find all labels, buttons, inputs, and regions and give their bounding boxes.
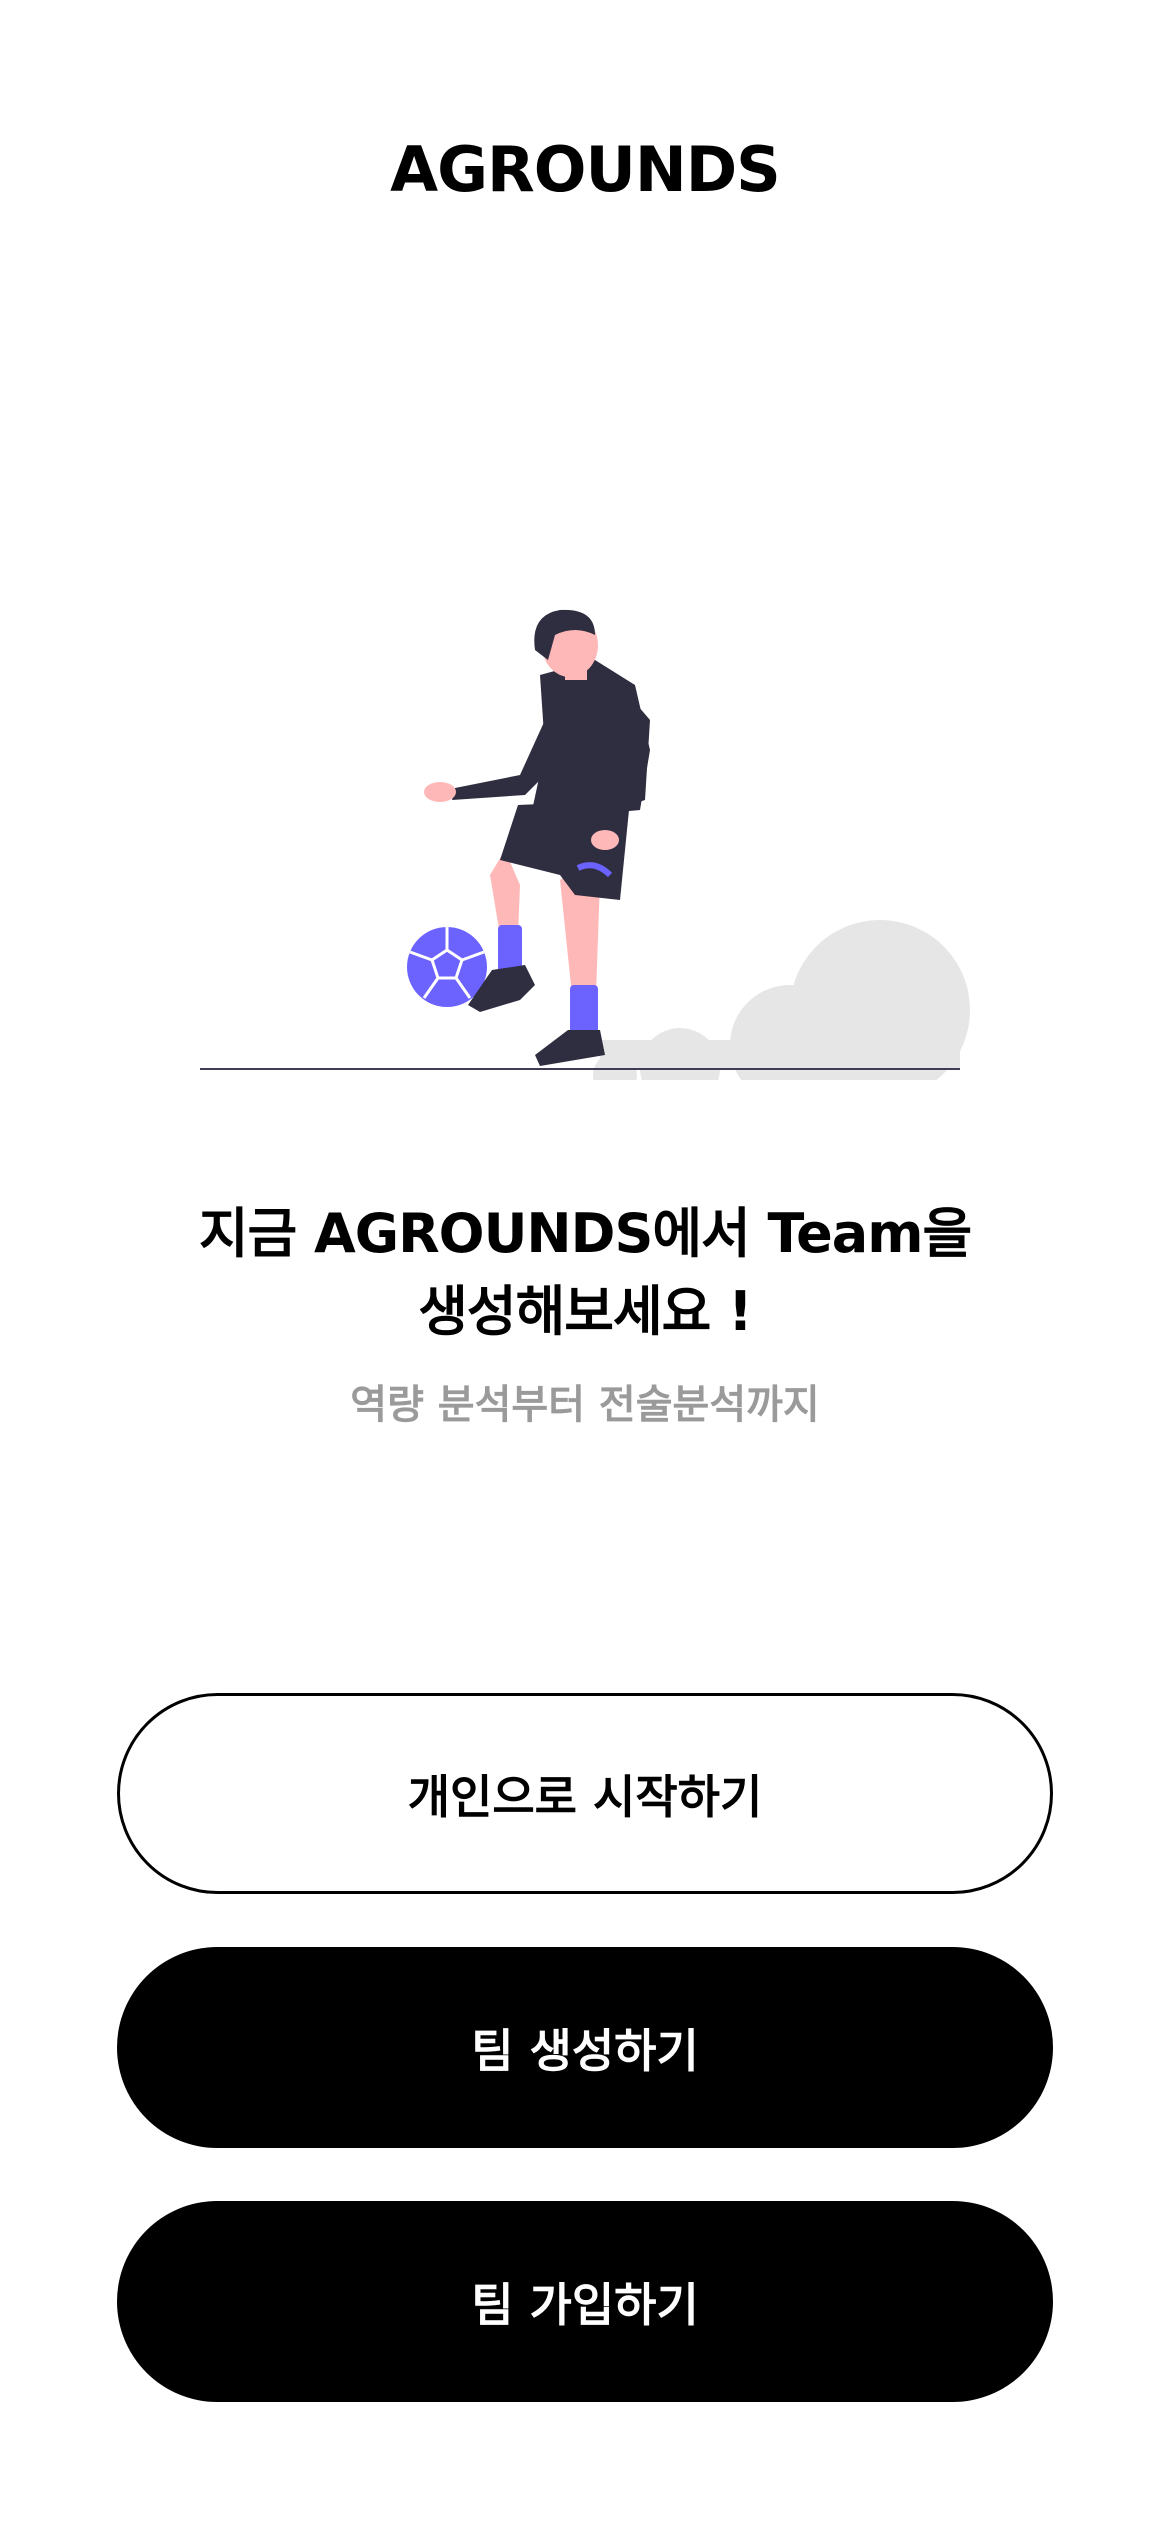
start-personal-button[interactable]: 개인으로 시작하기 — [117, 1693, 1053, 1894]
headline-line-1: 지금 AGROUNDS에서 Team을 — [198, 1202, 972, 1265]
headline-line-2: 생성해보세요 ! — [418, 1280, 753, 1343]
create-team-button[interactable]: 팀 생성하기 — [117, 1947, 1053, 2148]
intro-headline: 지금 AGROUNDS에서 Team을 생성해보세요 ! — [0, 1195, 1170, 1351]
intro-subtitle: 역량 분석부터 전술분석까지 — [350, 1382, 820, 1428]
create-team-label: 팀 생성하기 — [471, 2023, 699, 2078]
start-personal-label: 개인으로 시작하기 — [407, 1769, 763, 1824]
app-title: AGROUNDS — [390, 133, 781, 206]
cloud-shape — [593, 920, 970, 1080]
soccer-player-illustration — [200, 609, 970, 1080]
join-team-label: 팀 가입하기 — [471, 2277, 699, 2332]
join-team-button[interactable]: 팀 가입하기 — [117, 2201, 1053, 2402]
